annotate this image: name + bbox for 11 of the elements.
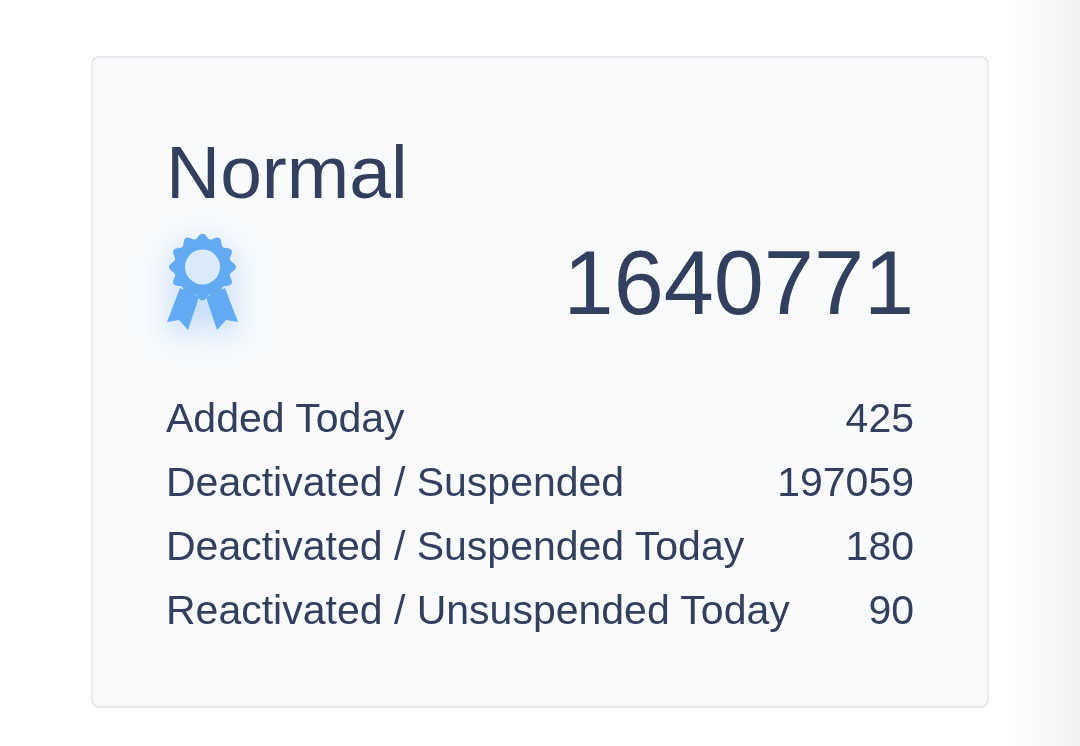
award-ribbon-icon (166, 234, 239, 331)
stat-value: 425 (845, 394, 914, 443)
stat-value: 197059 (777, 458, 914, 507)
stat-value: 180 (845, 522, 914, 571)
stat-label: Reactivated / Unsuspended Today (166, 586, 790, 635)
card-title: Normal (166, 135, 409, 210)
total-count: 1640771 (563, 237, 914, 328)
stat-label: Deactivated / Suspended (166, 458, 625, 507)
stat-value: 90 (868, 586, 914, 635)
stat-label: Deactivated / Suspended Today (166, 522, 745, 571)
stat-label: Added Today (166, 394, 405, 443)
